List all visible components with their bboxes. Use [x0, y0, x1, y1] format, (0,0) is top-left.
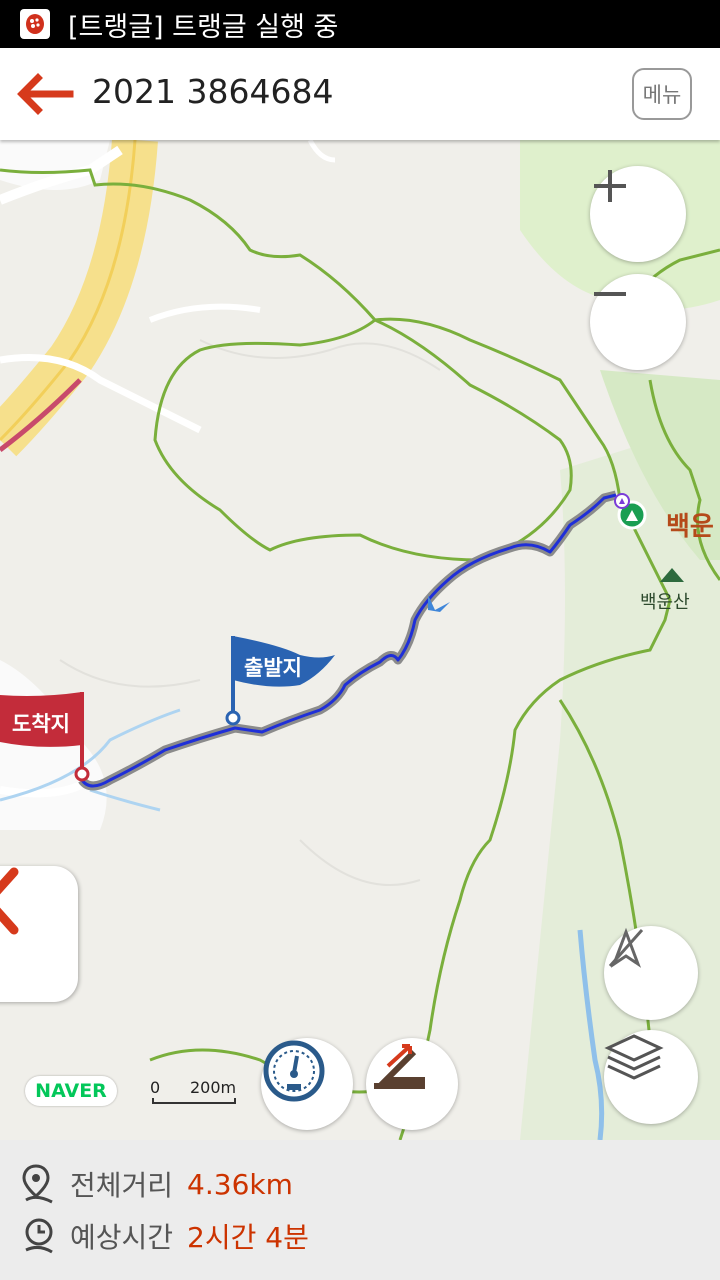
- distance-label: 전체거리: [70, 1169, 174, 1202]
- elevation-icon: [374, 1044, 425, 1089]
- page-title: 2021 3864684: [92, 72, 334, 111]
- end-flag-label: 도착지: [12, 712, 70, 736]
- elevation-button[interactable]: [366, 1038, 458, 1130]
- time-row: 예상시간 2시간 4분: [22, 1216, 309, 1256]
- scale-bar: [152, 1098, 236, 1104]
- location-tracking-button[interactable]: [604, 926, 698, 1020]
- minus-icon: [594, 292, 626, 296]
- layers-button[interactable]: [604, 1030, 698, 1124]
- distance-value: 4.36km: [187, 1167, 293, 1201]
- peak-name-label: 백운: [666, 512, 714, 542]
- route-info-panel: 전체거리 4.36km 예상시간 2시간 4분: [0, 1140, 720, 1280]
- distance-row: 전체거리 4.36km: [22, 1164, 293, 1204]
- speedometer-icon: [263, 1040, 325, 1102]
- status-text: [트랭글] 트랭글 실행 중: [68, 11, 339, 43]
- status-bar: [트랭글] 트랭글 실행 중: [0, 0, 720, 48]
- speed-button[interactable]: [261, 1038, 353, 1130]
- side-panel-toggle[interactable]: [0, 866, 78, 1002]
- naver-logo: NAVER: [25, 1076, 117, 1106]
- plus-icon: [594, 170, 626, 202]
- menu-button[interactable]: 메뉴: [632, 68, 692, 120]
- chevron-left-icon: [0, 867, 19, 935]
- route-distance-icon: [22, 1164, 53, 1204]
- scale-zero: 0: [150, 1078, 161, 1097]
- clock-icon: [25, 1218, 53, 1254]
- time-value: 2시간 4분: [187, 1221, 309, 1254]
- map-view[interactable]: 출발지 도착지 백운 백운산: [0, 140, 720, 1140]
- back-arrow-icon[interactable]: [14, 70, 74, 118]
- trangle-app-icon: [20, 9, 50, 39]
- zoom-out-button[interactable]: [590, 274, 686, 370]
- layers-icon: [604, 1034, 664, 1080]
- location-off-icon: [608, 927, 644, 968]
- start-flag-label: 출발지: [244, 656, 302, 680]
- time-label: 예상시간: [70, 1221, 174, 1254]
- zoom-in-button[interactable]: [590, 166, 686, 262]
- mountain-label: 백운산: [640, 592, 690, 613]
- scale-distance: 200m: [190, 1078, 237, 1097]
- map-scale: 0 200m: [150, 1078, 240, 1104]
- app-header: 2021 3864684 메뉴: [0, 48, 720, 140]
